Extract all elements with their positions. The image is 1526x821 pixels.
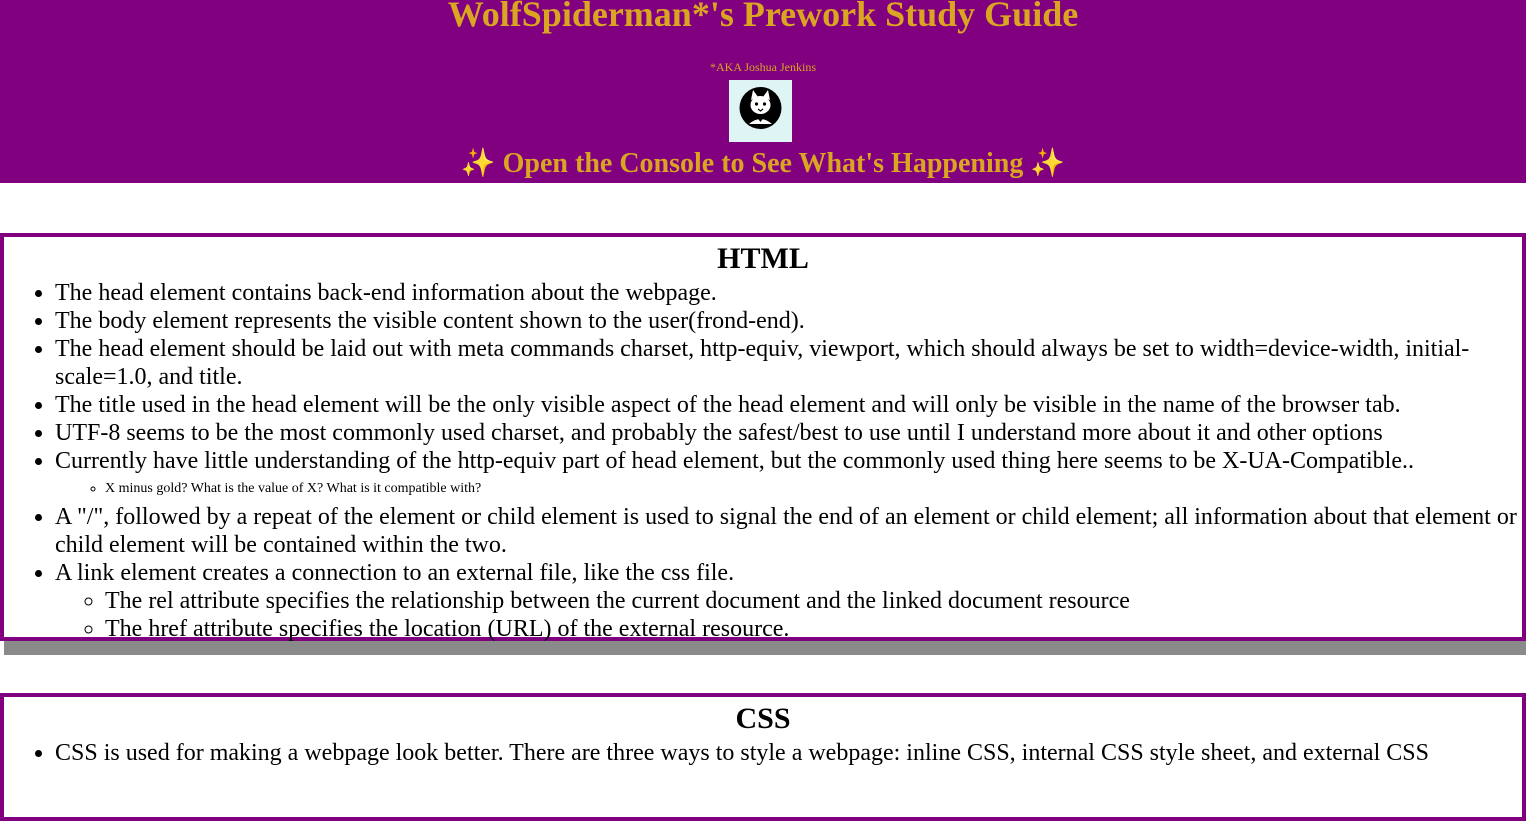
list-item: The title used in the head element will …: [55, 391, 1522, 419]
list-item: The head element should be laid out with…: [55, 335, 1522, 391]
list-item: UTF-8 seems to be the most commonly used…: [55, 419, 1522, 447]
sparkle-icon: ✨: [1030, 148, 1066, 179]
page-header: WolfSpiderman*'s Prework Study Guide *AK…: [0, 0, 1526, 183]
aka-subtitle: *AKA Joshua Jenkins: [709, 60, 816, 74]
list-item: The body element represents the visible …: [55, 307, 1522, 335]
sparkle-icon: ✨: [460, 148, 496, 179]
sub-list-item: The href attribute specifies the locatio…: [105, 615, 1522, 643]
html-list: The head element contains back-end infor…: [4, 279, 1522, 643]
list-item: A "/", followed by a repeat of the eleme…: [55, 503, 1522, 559]
list-item: Currently have little understanding of t…: [55, 447, 1522, 503]
console-note-text: Open the Console to See What's Happening: [495, 148, 1031, 179]
list-item: A link element creates a connection to a…: [55, 559, 1522, 643]
cat-avatar-icon: [729, 80, 792, 142]
html-section: HTML The head element contains back-end …: [0, 233, 1526, 643]
page-title: WolfSpiderman*'s Prework Study Guide: [447, 0, 1079, 34]
sub-list-item: The rel attribute specifies the relation…: [105, 587, 1522, 615]
css-section-heading: CSS: [735, 702, 791, 735]
sub-list: X minus gold? What is the value of X? Wh…: [55, 475, 1522, 503]
css-section: CSS CSS is used for making a webpage loo…: [0, 693, 1526, 821]
html-section-heading: HTML: [717, 242, 809, 275]
console-note: ✨ Open the Console to See What's Happeni…: [0, 146, 1526, 182]
sub-list-item: X minus gold? What is the value of X? Wh…: [105, 475, 1522, 503]
list-item-text: Currently have little understanding of t…: [55, 448, 1414, 474]
sub-list: The rel attribute specifies the relation…: [55, 587, 1522, 643]
list-item: The head element contains back-end infor…: [55, 279, 1522, 307]
list-item-text: A link element creates a connection to a…: [55, 560, 735, 586]
